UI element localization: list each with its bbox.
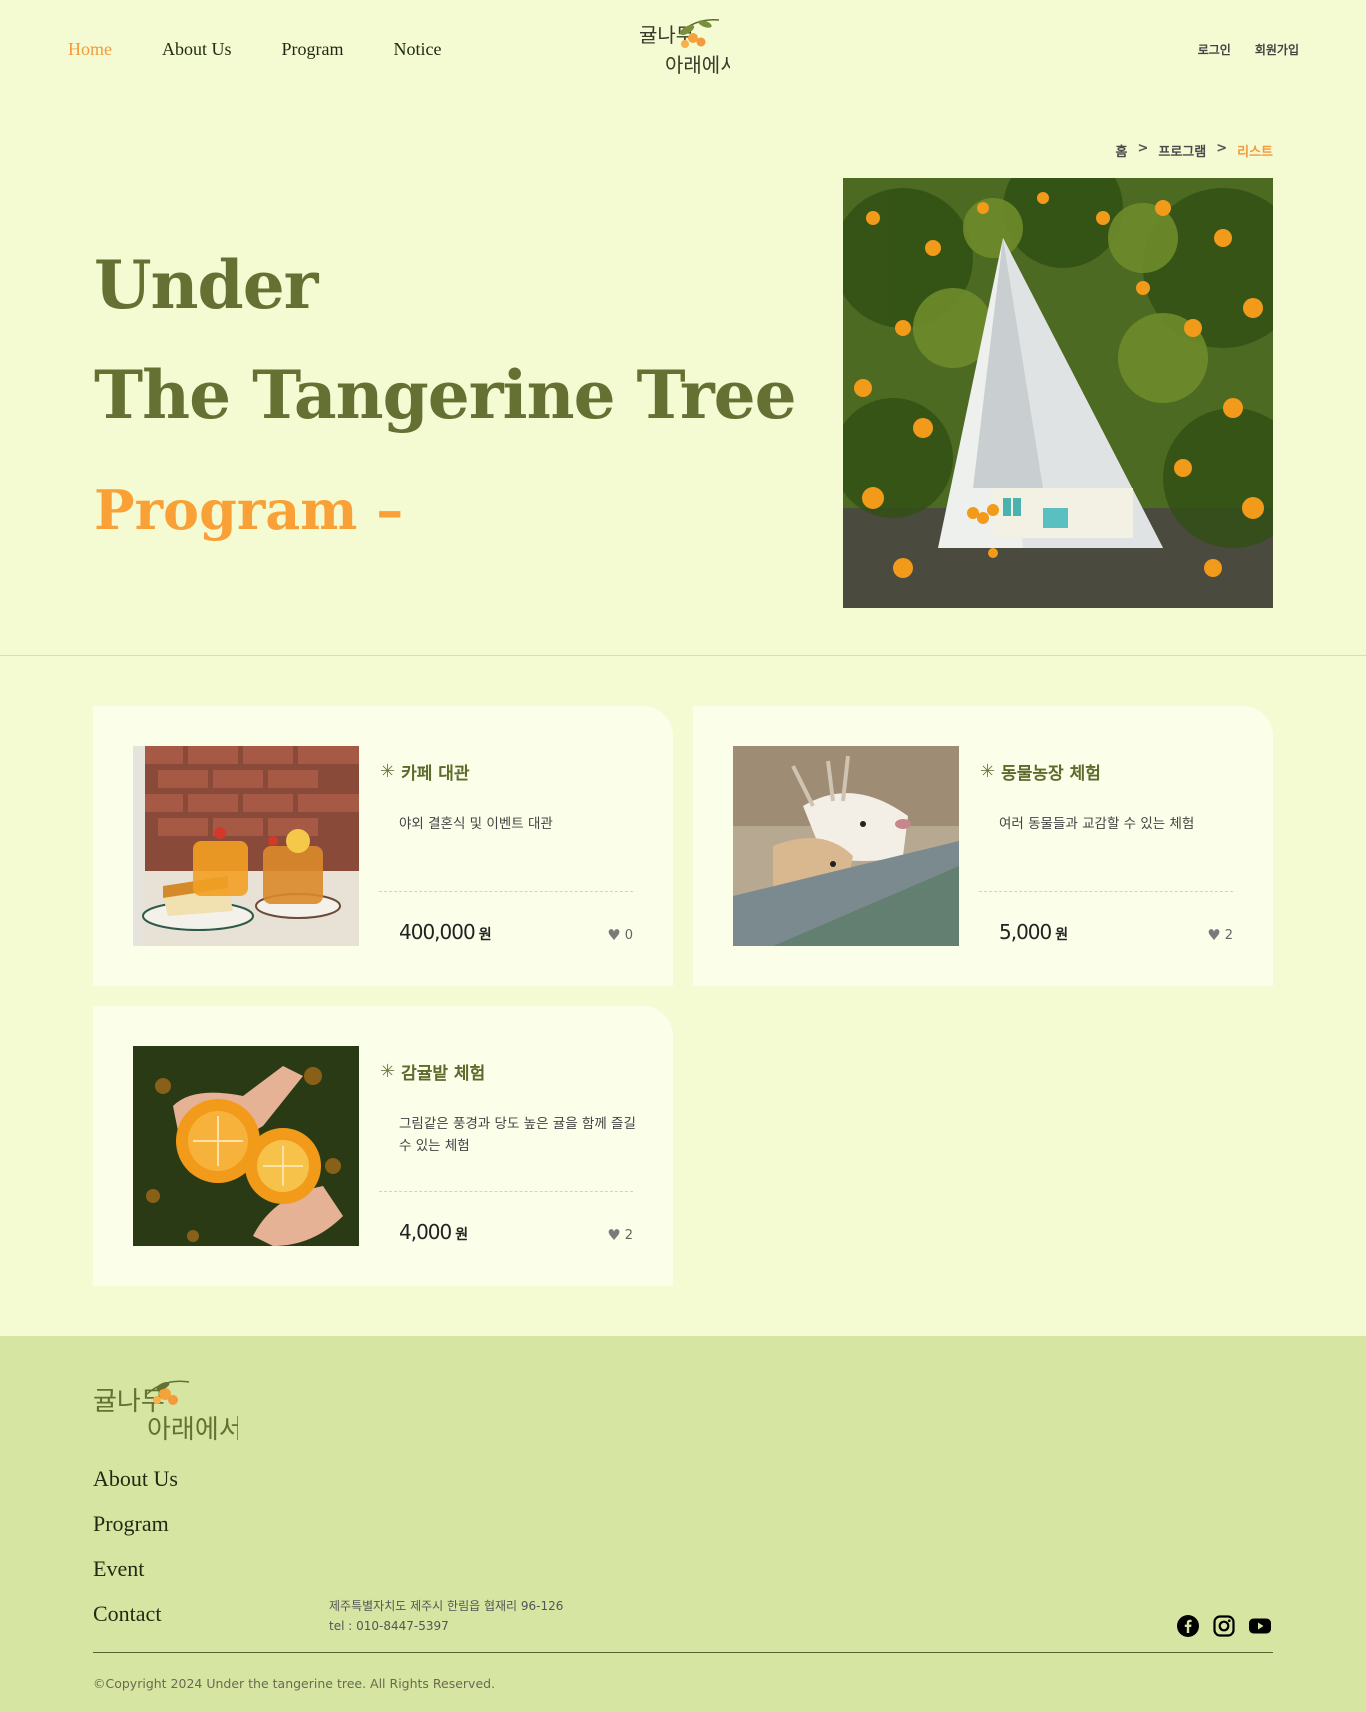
site-footer: 귤나무 아래에서 About Us Program Event Contact … <box>0 1336 1366 1712</box>
tel-text: tel : 010-8447-5397 <box>329 1619 449 1633</box>
footer-divider <box>93 1652 1273 1653</box>
youtube-icon[interactable] <box>1248 1614 1272 1638</box>
breadcrumb-separator: > <box>1216 141 1228 156</box>
card-price: 400,000 원 <box>399 920 492 944</box>
card-description: 그림같은 풍경과 당도 높은 귤을 함께 즐길 수 있는 체험 <box>399 1116 636 1154</box>
nav-about-us[interactable]: About Us <box>162 39 232 60</box>
facebook-icon[interactable] <box>1176 1614 1200 1638</box>
card-price: 4,000 원 <box>399 1220 469 1244</box>
heart-icon: ♥ <box>1207 926 1221 944</box>
like-button[interactable]: ♥ 0 <box>607 926 633 944</box>
card-image-tangerine <box>133 1046 359 1246</box>
nav-home[interactable]: Home <box>68 39 112 60</box>
instagram-icon[interactable] <box>1212 1614 1236 1638</box>
heart-icon: ♥ <box>607 926 621 944</box>
breadcrumb-current: 리스트 <box>1237 145 1273 160</box>
footer-link-contact[interactable]: Contact <box>93 1601 178 1646</box>
like-button[interactable]: ♥ 2 <box>607 1226 633 1244</box>
card-title[interactable]: ✳ 동물농장 체험 <box>980 759 1101 784</box>
address-text: 제주특별자치도 제주시 한림읍 협재리 96-126 <box>329 1599 564 1613</box>
breadcrumb: 홈 > 프로그램 > 리스트 <box>1115 141 1273 160</box>
program-card[interactable]: ✳ 동물농장 체험 여러 동물들과 교감할 수 있는 체험 5,000 원 ♥ 2 <box>693 706 1273 986</box>
card-image-drinks-cake <box>133 746 359 946</box>
footer-address: 제주특별자치도 제주시 한림읍 협재리 96-126 tel : 010-844… <box>329 1596 563 1636</box>
card-divider <box>379 891 633 892</box>
nav-notice[interactable]: Notice <box>394 39 442 60</box>
program-card[interactable]: ✳ 감귤밭 체험 그림같은 풍경과 당도 높은 귤을 함께 즐길 수 있는 체험 … <box>93 1006 673 1286</box>
svg-text:아래에서: 아래에서 <box>665 53 730 77</box>
footer-link-event[interactable]: Event <box>93 1556 178 1601</box>
card-price: 5,000 원 <box>999 920 1069 944</box>
like-button[interactable]: ♥ 2 <box>1207 926 1233 944</box>
like-count: 2 <box>1224 927 1233 943</box>
card-description: 야외 결혼식 및 이벤트 대관 <box>399 816 553 832</box>
breadcrumb-program[interactable]: 프로그램 <box>1158 141 1206 160</box>
svg-text:아래에서: 아래에서 <box>147 1415 238 1441</box>
footer-logo[interactable]: 귤나무 아래에서 <box>93 1376 243 1445</box>
hero-title: Under The Tangerine Tree <box>94 230 797 450</box>
breadcrumb-separator: > <box>1137 141 1149 156</box>
site-header: Home About Us Program Notice 귤나무 아래에서 로그… <box>0 0 1366 100</box>
asterisk-icon: ✳ <box>380 761 396 782</box>
card-title[interactable]: ✳ 카페 대관 <box>380 759 470 784</box>
heart-icon: ♥ <box>607 1226 621 1244</box>
login-link[interactable]: 로그인 <box>1198 41 1231 58</box>
asterisk-icon: ✳ <box>380 1061 396 1082</box>
breadcrumb-home[interactable]: 홈 <box>1115 141 1127 160</box>
hero-image-tent-in-orchard <box>843 178 1273 608</box>
hero-title-line2: The Tangerine Tree <box>94 356 797 434</box>
like-count: 0 <box>624 927 633 943</box>
footer-links: About Us Program Event Contact <box>93 1466 178 1646</box>
social-links <box>1176 1614 1272 1638</box>
card-image-deer <box>733 746 959 946</box>
card-divider <box>379 1191 633 1192</box>
footer-link-program[interactable]: Program <box>93 1511 178 1556</box>
footer-link-about-us[interactable]: About Us <box>93 1466 178 1511</box>
main-nav: Home About Us Program Notice <box>68 39 442 60</box>
hero-program-label: Program – <box>94 478 404 542</box>
like-count: 2 <box>624 1227 633 1243</box>
card-title[interactable]: ✳ 감귤밭 체험 <box>380 1059 485 1084</box>
program-card[interactable]: ✳ 카페 대관 야외 결혼식 및 이벤트 대관 400,000 원 ♥ 0 <box>93 706 673 986</box>
card-divider <box>979 891 1233 892</box>
hero-title-line1: Under <box>94 246 318 324</box>
nav-program[interactable]: Program <box>282 39 344 60</box>
site-logo[interactable]: 귤나무 아래에서 <box>635 14 739 80</box>
copyright: ©Copyright 2024 Under the tangerine tree… <box>93 1676 496 1691</box>
card-description: 여러 동물들과 교감할 수 있는 체험 <box>999 816 1195 832</box>
asterisk-icon: ✳ <box>980 761 996 782</box>
signup-link[interactable]: 회원가입 <box>1255 41 1299 58</box>
auth-links: 로그인 회원가입 <box>1198 41 1299 58</box>
section-divider <box>0 655 1366 656</box>
